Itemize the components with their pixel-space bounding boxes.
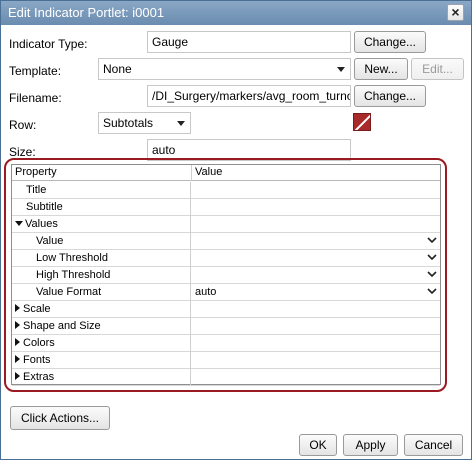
indicator-type-field[interactable]: Gauge: [147, 31, 351, 53]
property-cell: Shape and Size: [12, 318, 191, 335]
apply-button[interactable]: Apply: [343, 434, 398, 456]
template-select-value: None: [103, 62, 132, 76]
title-bar[interactable]: Edit Indicator Portlet: i0001 ×: [1, 1, 471, 25]
property-cell: Scale: [12, 301, 191, 318]
property-value-cell[interactable]: [192, 216, 440, 233]
property-row[interactable]: Low Threshold: [12, 250, 440, 267]
property-row[interactable]: Scale: [12, 301, 440, 318]
property-cell: Low Threshold: [12, 250, 191, 267]
dialog-window: Edit Indicator Portlet: i0001 × Indicato…: [0, 0, 472, 460]
diagonal-line-icon: [354, 114, 370, 130]
property-value-cell[interactable]: [192, 301, 440, 318]
property-label: Low Threshold: [36, 252, 108, 264]
property-label: Shape and Size: [23, 320, 101, 332]
property-label: High Threshold: [36, 269, 111, 281]
property-label: Colors: [23, 337, 55, 349]
property-row[interactable]: Fonts: [12, 352, 440, 369]
chevron-down-icon[interactable]: [427, 252, 437, 262]
filename-label: Filename:: [9, 91, 62, 105]
template-edit-button[interactable]: Edit...: [411, 58, 464, 80]
indicator-type-label: Indicator Type:: [9, 37, 88, 51]
property-row[interactable]: Value Format auto: [12, 284, 440, 301]
property-grid-header: Property Value: [12, 165, 440, 181]
template-new-button[interactable]: New...: [354, 58, 408, 80]
row-select[interactable]: Subtotals: [98, 112, 191, 134]
property-label: Fonts: [23, 354, 51, 366]
chevron-down-icon[interactable]: [427, 235, 437, 245]
property-label: Values: [25, 218, 58, 230]
property-label: Extras: [23, 371, 55, 383]
chevron-down-icon: [337, 67, 345, 72]
cancel-button[interactable]: Cancel: [404, 434, 463, 456]
property-label: Subtitle: [26, 201, 63, 213]
property-cell: Colors: [12, 335, 191, 352]
property-value-cell[interactable]: [192, 335, 440, 352]
expand-triangle-icon[interactable]: [15, 321, 20, 329]
property-cell: Value Format: [12, 284, 191, 301]
header-property: Property: [12, 165, 192, 181]
property-label: Value Format: [36, 286, 102, 298]
property-value-cell[interactable]: [192, 369, 440, 386]
property-row[interactable]: Value: [12, 233, 440, 250]
property-row[interactable]: Extras: [12, 369, 440, 386]
property-value-cell[interactable]: [192, 318, 440, 335]
property-row[interactable]: Values: [12, 216, 440, 233]
template-select[interactable]: None: [98, 58, 351, 80]
chevron-down-icon[interactable]: [427, 286, 437, 296]
property-grid: Property Value Title Subtitle Values Value L…: [11, 164, 441, 386]
color-swatch[interactable]: [353, 113, 371, 131]
property-value-cell[interactable]: [192, 233, 440, 250]
property-cell: Extras: [12, 369, 191, 386]
property-row[interactable]: High Threshold: [12, 267, 440, 284]
dialog-title: Edit Indicator Portlet: i0001: [8, 5, 165, 20]
expand-triangle-icon[interactable]: [15, 372, 20, 380]
expand-triangle-icon[interactable]: [15, 338, 20, 346]
property-cell: Subtitle: [12, 199, 191, 216]
close-icon: ×: [451, 4, 460, 20]
property-value-cell[interactable]: [192, 250, 440, 267]
property-label: Value: [36, 235, 64, 247]
header-value: Value: [195, 166, 223, 178]
property-value: auto: [195, 286, 217, 298]
property-value-cell[interactable]: [192, 199, 440, 216]
property-value-cell[interactable]: [192, 182, 440, 199]
ok-button[interactable]: OK: [299, 434, 337, 456]
property-value-cell[interactable]: [192, 352, 440, 369]
expand-triangle-icon[interactable]: [15, 304, 20, 312]
property-cell: Values: [12, 216, 191, 233]
close-button[interactable]: ×: [447, 4, 464, 21]
expand-triangle-icon[interactable]: [15, 355, 20, 363]
row-label: Row:: [9, 118, 37, 132]
property-row[interactable]: Title: [12, 182, 440, 199]
property-value-cell[interactable]: auto: [192, 284, 440, 301]
property-row[interactable]: Subtitle: [12, 199, 440, 216]
chevron-down-icon[interactable]: [427, 269, 437, 279]
property-cell: Fonts: [12, 352, 191, 369]
filename-change-button[interactable]: Change...: [354, 85, 426, 107]
collapse-triangle-icon[interactable]: [15, 221, 23, 226]
filename-field[interactable]: /DI_Surgery/markers/avg_room_turnover: [147, 85, 351, 107]
indicator-change-button[interactable]: Change...: [354, 31, 426, 53]
property-value-cell[interactable]: [192, 267, 440, 284]
click-actions-button[interactable]: Click Actions...: [10, 406, 110, 430]
size-label: Size:: [9, 145, 36, 159]
property-cell: Title: [12, 182, 191, 199]
chevron-down-icon: [177, 121, 185, 126]
property-cell: Value: [12, 233, 191, 250]
property-row[interactable]: Colors: [12, 335, 440, 352]
property-label: Title: [26, 184, 47, 196]
property-label: Scale: [23, 303, 51, 315]
property-row[interactable]: Shape and Size: [12, 318, 440, 335]
row-select-value: Subtotals: [103, 116, 154, 130]
property-cell: High Threshold: [12, 267, 191, 284]
template-label: Template:: [9, 64, 62, 78]
